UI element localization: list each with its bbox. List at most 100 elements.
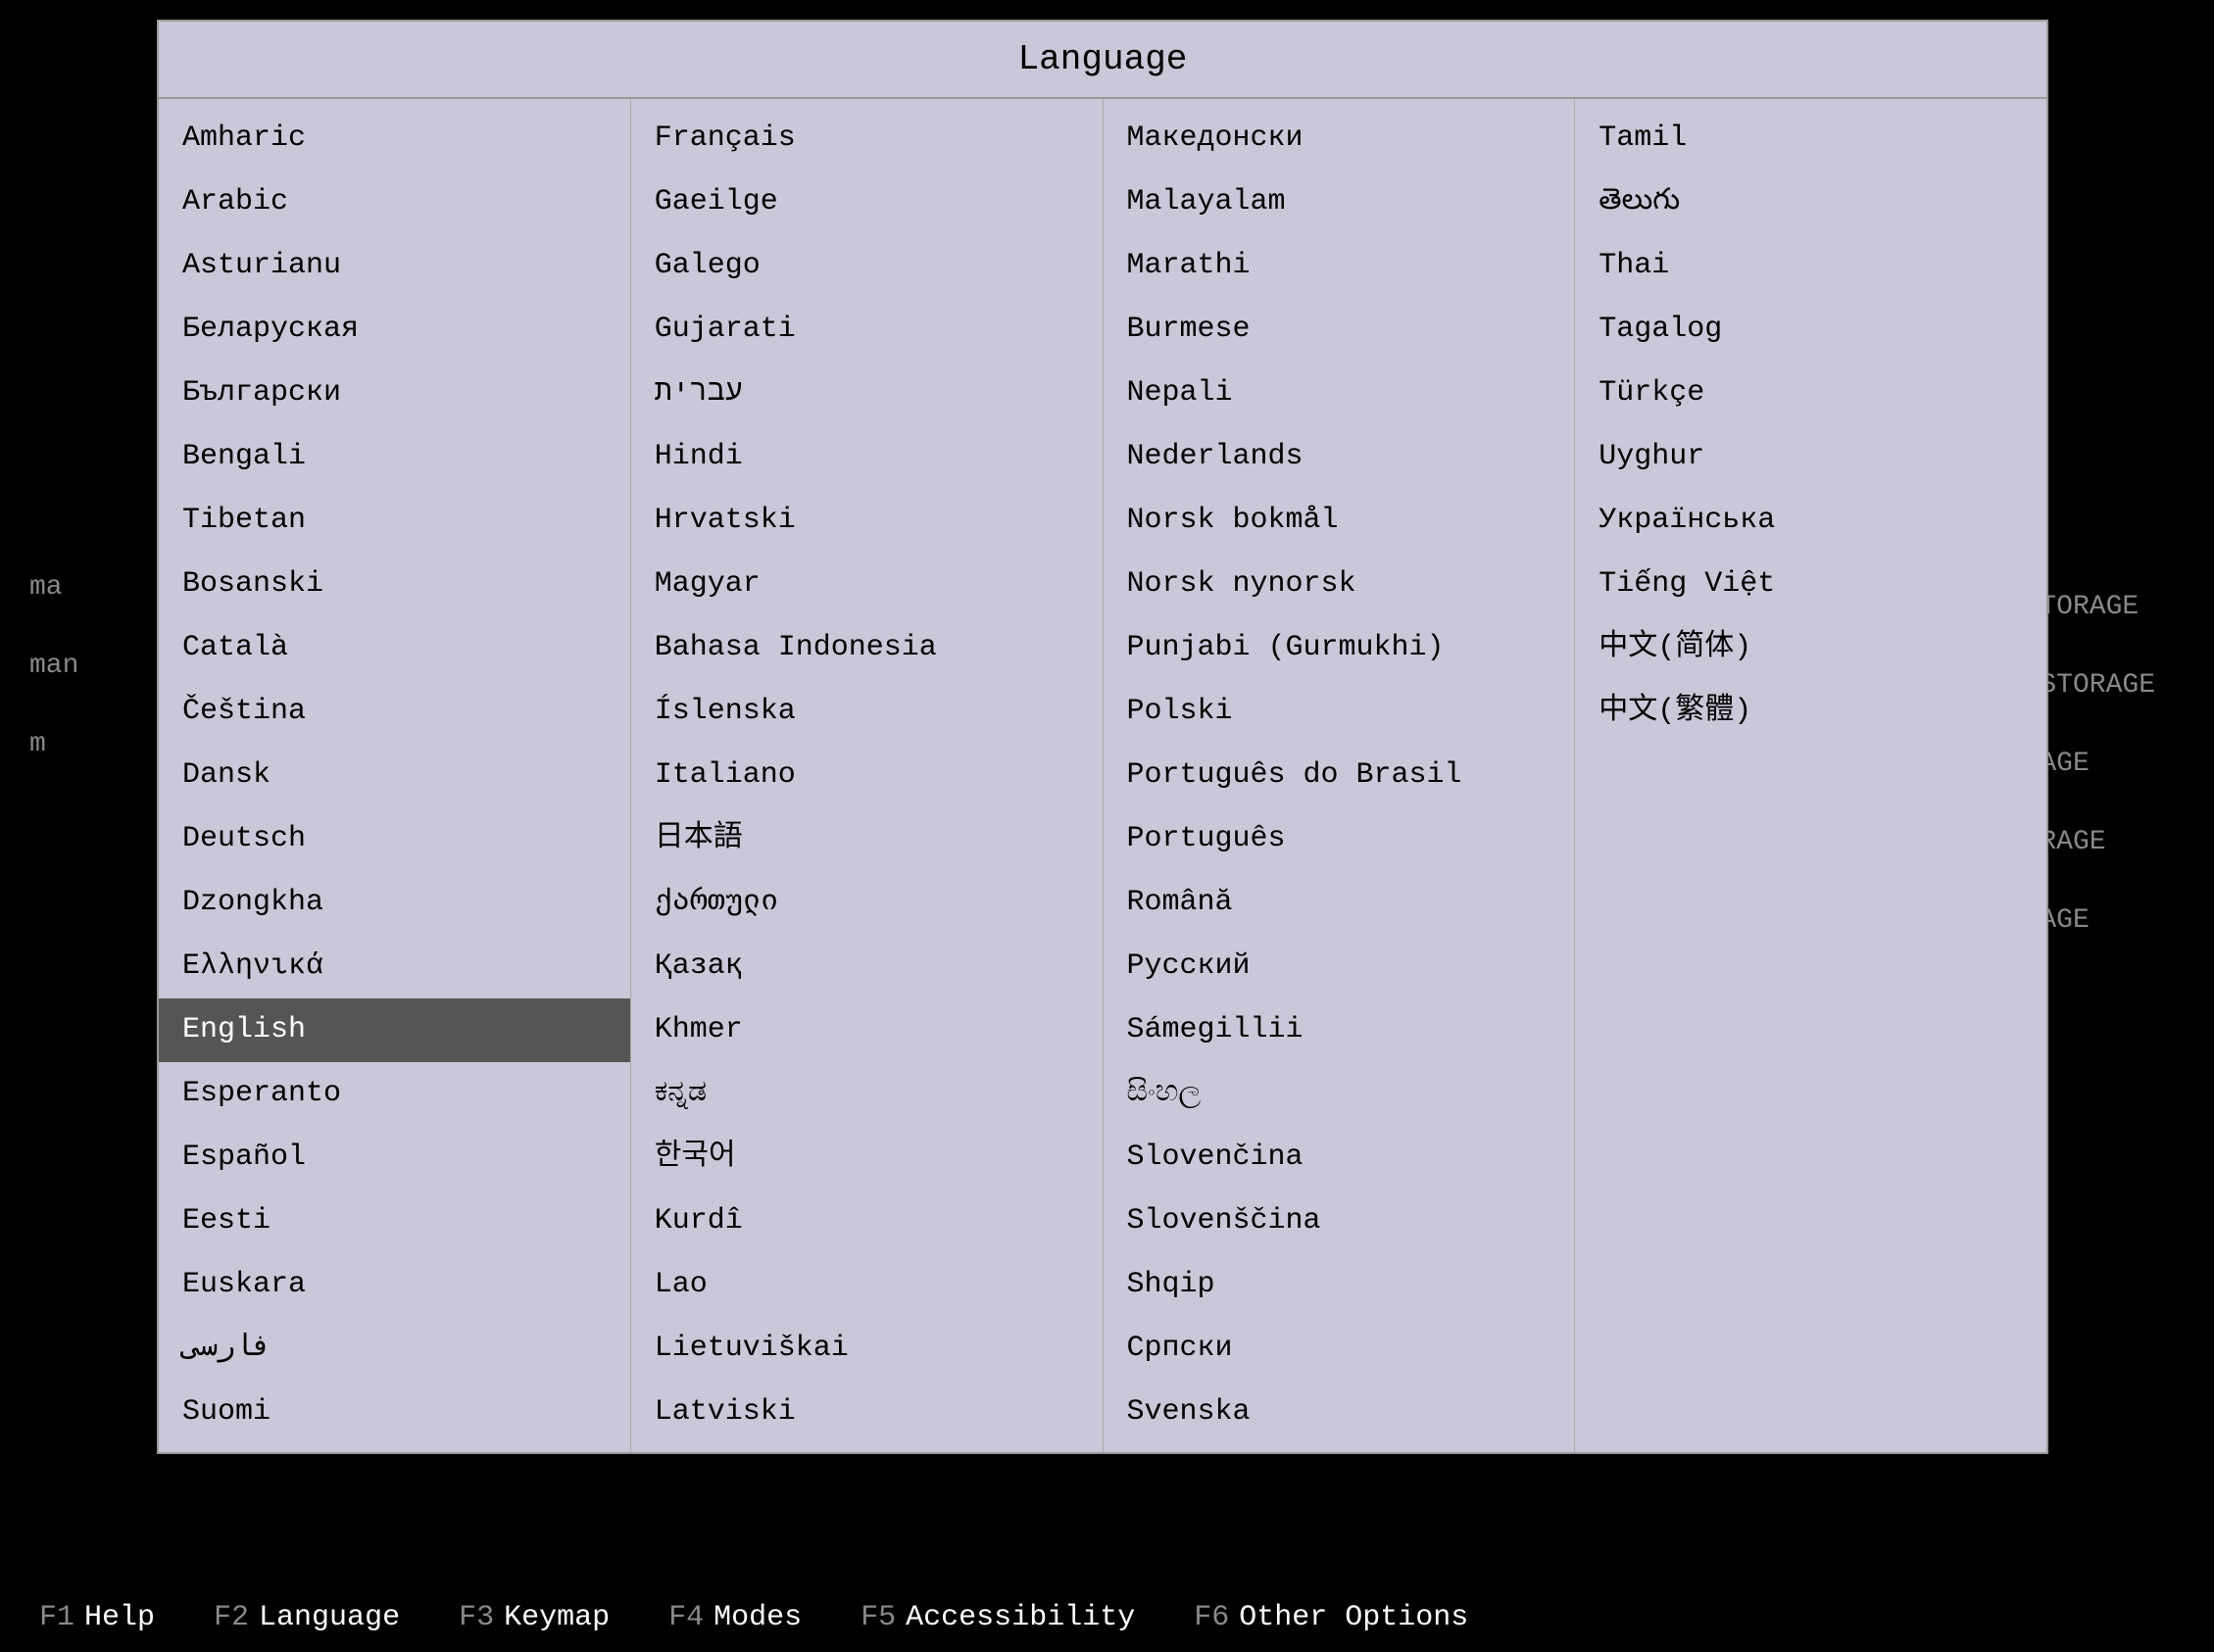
- lang-esperanto[interactable]: Esperanto: [159, 1062, 630, 1126]
- language-dialog: Language Amharic Arabic Asturianu Белару…: [157, 20, 2048, 1568]
- lang-asturianu[interactable]: Asturianu: [159, 234, 630, 298]
- fn-keymap[interactable]: F3 Keymap: [459, 1601, 610, 1634]
- lang-tamil[interactable]: Tamil: [1575, 107, 2046, 170]
- fn-label-language: Language: [259, 1601, 400, 1634]
- lang-tibetan[interactable]: Tibetan: [159, 489, 630, 553]
- lang-slovak[interactable]: Slovenčina: [1104, 1126, 1575, 1190]
- fn-key-2: F2: [214, 1601, 249, 1634]
- lang-uyghur[interactable]: Uyghur: [1575, 425, 2046, 489]
- lang-francais[interactable]: Français: [631, 107, 1103, 170]
- fn-key-4: F4: [668, 1601, 704, 1634]
- lang-belarusian[interactable]: Беларуская: [159, 298, 630, 362]
- lang-kazakh[interactable]: Қазақ: [631, 935, 1103, 998]
- lang-bengali[interactable]: Bengali: [159, 425, 630, 489]
- lang-deutsch[interactable]: Deutsch: [159, 807, 630, 871]
- lang-norsk-nynorsk[interactable]: Norsk nynorsk: [1104, 553, 1575, 616]
- language-column-4: Tamil తెలుగు Thai Tagalog Türkçe Uyghur …: [1575, 99, 2046, 1452]
- lang-kurdi[interactable]: Kurdî: [631, 1190, 1103, 1253]
- lang-gujarati[interactable]: Gujarati: [631, 298, 1103, 362]
- lang-macedonian[interactable]: Македонски: [1104, 107, 1575, 170]
- lang-latvian[interactable]: Latviski: [631, 1381, 1103, 1444]
- lang-swedish[interactable]: Svenska: [1104, 1381, 1575, 1444]
- fn-key-3: F3: [459, 1601, 494, 1634]
- lang-gaeilge[interactable]: Gaeilge: [631, 170, 1103, 234]
- lang-bulgarian[interactable]: Български: [159, 362, 630, 425]
- lang-chinese-simplified[interactable]: 中文(简体): [1575, 616, 2046, 680]
- lang-nepali[interactable]: Nepali: [1104, 362, 1575, 425]
- lang-shqip[interactable]: Shqip: [1104, 1253, 1575, 1317]
- dialog-title: Language: [159, 22, 2046, 99]
- lang-marathi[interactable]: Marathi: [1104, 234, 1575, 298]
- function-bar: F1 Help F2 Language F3 Keymap F4 Modes F…: [0, 1583, 2214, 1652]
- lang-thai[interactable]: Thai: [1575, 234, 2046, 298]
- fn-label-help: Help: [84, 1601, 155, 1634]
- lang-arabic[interactable]: Arabic: [159, 170, 630, 234]
- fn-other-options[interactable]: F6 Other Options: [1194, 1601, 1468, 1634]
- lang-hrvatski[interactable]: Hrvatski: [631, 489, 1103, 553]
- lang-dutch[interactable]: Nederlands: [1104, 425, 1575, 489]
- lang-suomi[interactable]: Suomi: [159, 1381, 630, 1444]
- lang-lao[interactable]: Lao: [631, 1253, 1103, 1317]
- lang-italiano[interactable]: Italiano: [631, 744, 1103, 807]
- lang-russian[interactable]: Русский: [1104, 935, 1575, 998]
- lang-georgian[interactable]: ქართული: [631, 871, 1103, 935]
- lang-japanese[interactable]: 日本語: [631, 807, 1103, 871]
- lang-khmer[interactable]: Khmer: [631, 998, 1103, 1062]
- fn-help[interactable]: F1 Help: [39, 1601, 155, 1634]
- lang-tagalog[interactable]: Tagalog: [1575, 298, 2046, 362]
- lang-portuguese[interactable]: Português: [1104, 807, 1575, 871]
- lang-eesti[interactable]: Eesti: [159, 1190, 630, 1253]
- lang-dzongkha[interactable]: Dzongkha: [159, 871, 630, 935]
- lang-dansk[interactable]: Dansk: [159, 744, 630, 807]
- lang-ukrainian[interactable]: Українська: [1575, 489, 2046, 553]
- lang-hebrew[interactable]: עברית: [631, 362, 1103, 425]
- lang-korean[interactable]: 한국어: [631, 1126, 1103, 1190]
- lang-magyar[interactable]: Magyar: [631, 553, 1103, 616]
- fn-label-keymap: Keymap: [504, 1601, 610, 1634]
- lang-serbian[interactable]: Српски: [1104, 1317, 1575, 1381]
- lang-punjabi[interactable]: Punjabi (Gurmukhi): [1104, 616, 1575, 680]
- lang-cestina[interactable]: Čeština: [159, 680, 630, 744]
- language-column-1: Amharic Arabic Asturianu Беларуская Бълг…: [159, 99, 631, 1452]
- fn-key-1: F1: [39, 1601, 74, 1634]
- lang-catala[interactable]: Català: [159, 616, 630, 680]
- lang-hindi[interactable]: Hindi: [631, 425, 1103, 489]
- language-column-3: Македонски Malayalam Marathi Burmese Nep…: [1104, 99, 1576, 1452]
- lang-bahasa-indonesia[interactable]: Bahasa Indonesia: [631, 616, 1103, 680]
- lang-samegillii[interactable]: Sámegillii: [1104, 998, 1575, 1062]
- lang-slovenian[interactable]: Slovenščina: [1104, 1190, 1575, 1253]
- lang-bosanski[interactable]: Bosanski: [159, 553, 630, 616]
- lang-romanian[interactable]: Română: [1104, 871, 1575, 935]
- lang-greek[interactable]: Ελληνικά: [159, 935, 630, 998]
- lang-portuguese-brazil[interactable]: Português do Brasil: [1104, 744, 1575, 807]
- dialog-body: Amharic Arabic Asturianu Беларуская Бълг…: [159, 99, 2046, 1452]
- dialog-box: Language Amharic Arabic Asturianu Белару…: [157, 20, 2048, 1454]
- lang-turkish[interactable]: Türkçe: [1575, 362, 2046, 425]
- lang-burmese[interactable]: Burmese: [1104, 298, 1575, 362]
- lang-islenska[interactable]: Íslenska: [631, 680, 1103, 744]
- lang-english[interactable]: English: [159, 998, 630, 1062]
- lang-telugu[interactable]: తెలుగు: [1575, 170, 2046, 234]
- lang-vietnamese[interactable]: Tiếng Việt: [1575, 553, 2046, 616]
- lang-lithuanian[interactable]: Lietuviškai: [631, 1317, 1103, 1381]
- lang-sinhala[interactable]: සිංහල: [1104, 1062, 1575, 1126]
- lang-malayalam[interactable]: Malayalam: [1104, 170, 1575, 234]
- lang-euskara[interactable]: Euskara: [159, 1253, 630, 1317]
- fn-label-other-options: Other Options: [1239, 1601, 1468, 1634]
- fn-modes[interactable]: F4 Modes: [668, 1601, 802, 1634]
- fn-key-6: F6: [1194, 1601, 1229, 1634]
- fn-label-accessibility: Accessibility: [906, 1601, 1135, 1634]
- lang-amharic[interactable]: Amharic: [159, 107, 630, 170]
- lang-galego[interactable]: Galego: [631, 234, 1103, 298]
- lang-chinese-traditional[interactable]: 中文(繁體): [1575, 680, 2046, 744]
- language-column-2: Français Gaeilge Galego Gujarati עברית H…: [631, 99, 1104, 1452]
- lang-kannada[interactable]: ಕನ್ನಡ: [631, 1062, 1103, 1126]
- fn-label-modes: Modes: [713, 1601, 802, 1634]
- lang-polski[interactable]: Polski: [1104, 680, 1575, 744]
- fn-language[interactable]: F2 Language: [214, 1601, 400, 1634]
- fn-accessibility[interactable]: F5 Accessibility: [861, 1601, 1135, 1634]
- lang-norsk-bokmal[interactable]: Norsk bokmål: [1104, 489, 1575, 553]
- background-left-text: ma man m: [29, 549, 78, 784]
- lang-farsi[interactable]: فارسی: [159, 1317, 630, 1381]
- lang-espanol[interactable]: Español: [159, 1126, 630, 1190]
